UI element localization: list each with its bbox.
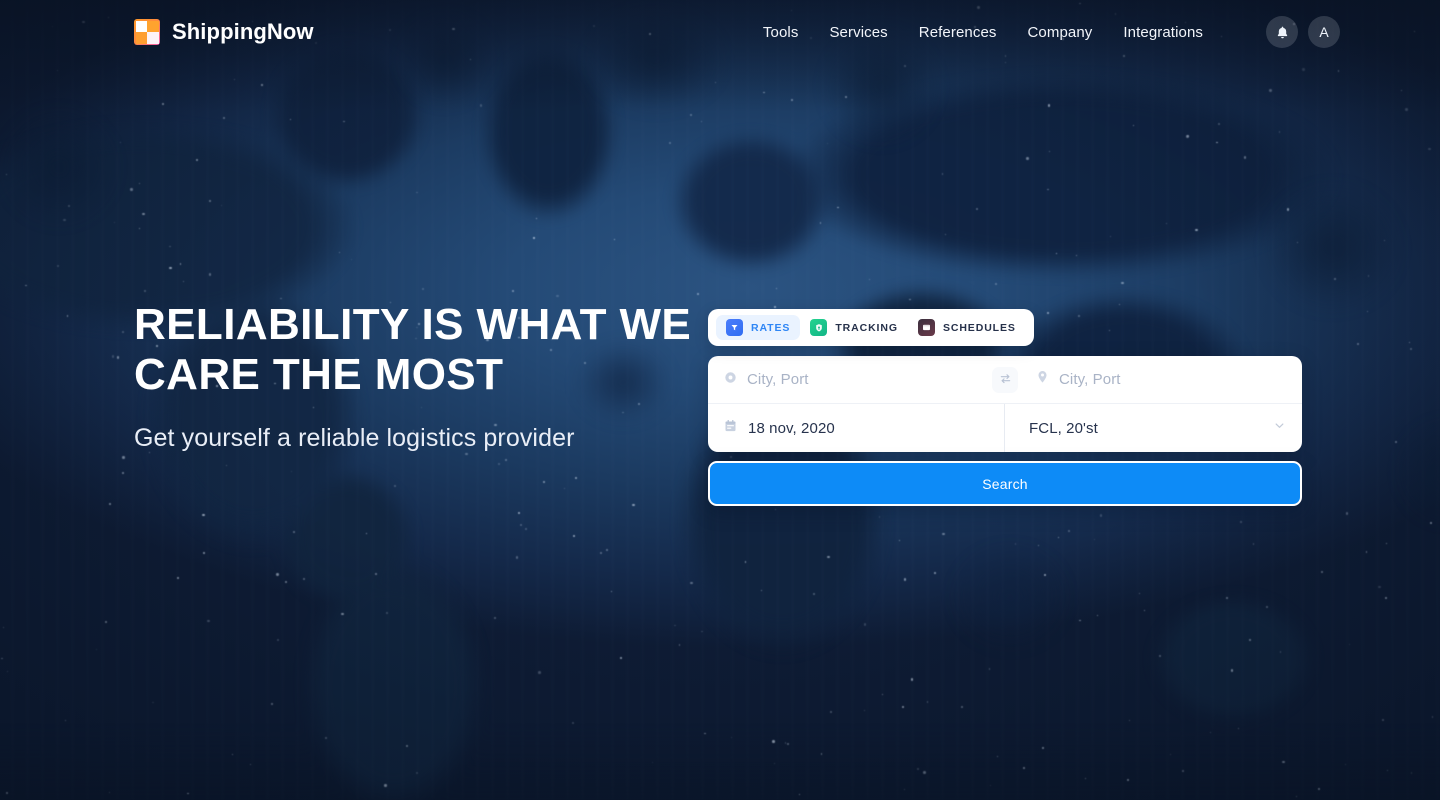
primary-navigation: Tools Services References Company Integr… <box>763 16 1340 48</box>
chevron-down-icon <box>1273 419 1286 437</box>
rates-icon <box>726 319 743 336</box>
tab-rates-label: RATES <box>751 321 791 334</box>
bell-icon <box>1275 25 1290 40</box>
meta-row: 18 nov, 2020 FCL, 20'st <box>708 404 1302 452</box>
page-root: ShippingNow Tools Services References Co… <box>0 0 1440 800</box>
brand-logo[interactable]: ShippingNow <box>134 19 314 45</box>
nav-item-integrations[interactable]: Integrations <box>1123 24 1203 41</box>
nav-item-company[interactable]: Company <box>1028 24 1093 41</box>
tab-tracking[interactable]: TRACKING <box>800 315 908 340</box>
route-row <box>708 356 1302 404</box>
tab-schedules[interactable]: SCHEDULES <box>908 315 1026 340</box>
destination-pin-icon <box>1036 370 1049 389</box>
schedules-calendar-icon <box>917 319 935 336</box>
checkerboard-logo-icon <box>134 19 160 45</box>
hero-subtitle: Get yourself a reliable logistics provid… <box>134 424 575 452</box>
search-panel: RATES TRACKING SCHEDULES City, Port City… <box>708 309 1302 506</box>
origin-field[interactable] <box>708 356 990 403</box>
date-value: 18 nov, 2020 <box>748 419 835 437</box>
swap-arrows-icon <box>999 372 1012 388</box>
notifications-button[interactable] <box>1266 16 1298 48</box>
nav-item-references[interactable]: References <box>919 24 997 41</box>
tab-schedules-label: SCHEDULES <box>942 321 1016 334</box>
nav-item-tools[interactable]: Tools <box>763 24 799 41</box>
date-field[interactable]: 18 nov, 2020 <box>708 404 1005 452</box>
origin-input[interactable] <box>747 371 974 388</box>
tracking-shield-icon <box>810 319 828 336</box>
user-avatar-button[interactable]: A <box>1308 16 1340 48</box>
tab-rates[interactable]: RATES <box>716 315 801 340</box>
origin-circle-icon <box>724 371 737 389</box>
destination-input[interactable] <box>1059 371 1286 388</box>
container-type-field[interactable]: FCL, 20'st <box>1005 404 1302 452</box>
tab-tracking-label: TRACKING <box>835 321 898 334</box>
search-button[interactable]: Search <box>708 461 1302 506</box>
search-fields: 18 nov, 2020 FCL, 20'st <box>708 356 1302 452</box>
header-actions: A <box>1266 16 1340 48</box>
container-type-value: FCL, 20'st <box>1029 419 1098 437</box>
destination-field[interactable] <box>1020 356 1302 403</box>
calendar-icon <box>724 419 737 438</box>
search-tabs: RATES TRACKING SCHEDULES <box>708 309 1034 346</box>
hero-title: RELIABILITY IS WHAT WE CARE THE MOST <box>134 300 692 399</box>
site-header: ShippingNow Tools Services References Co… <box>0 0 1440 64</box>
avatar-initial: A <box>1319 24 1329 40</box>
hero-copy: RELIABILITY IS WHAT WE CARE THE MOST Get… <box>134 300 694 455</box>
brand-name: ShippingNow <box>172 19 314 44</box>
nav-item-services[interactable]: Services <box>829 24 887 41</box>
swap-locations-button[interactable] <box>992 366 1018 393</box>
